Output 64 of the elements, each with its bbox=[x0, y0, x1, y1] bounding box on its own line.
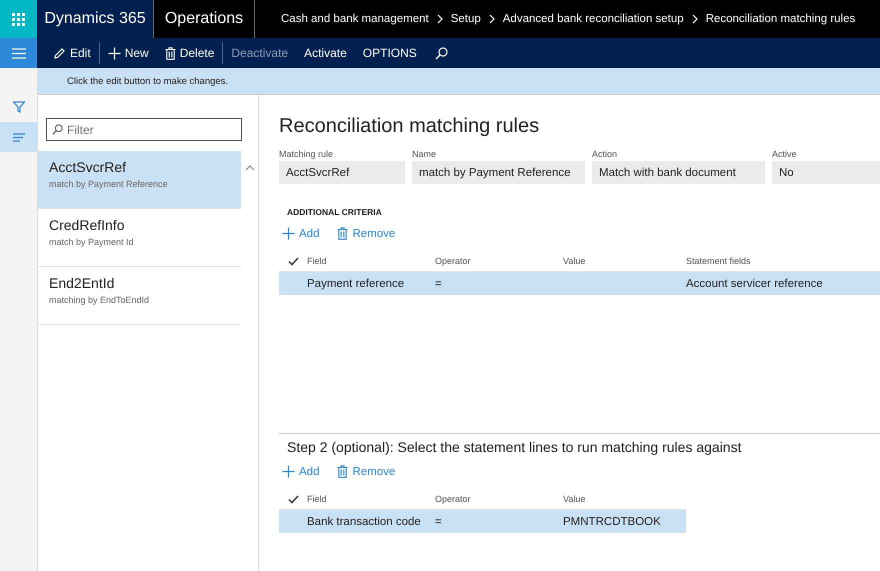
search-icon bbox=[52, 124, 63, 135]
toolbar-button[interactable]: Delete bbox=[156, 38, 222, 68]
grid-cell: Account servicer reference bbox=[686, 278, 823, 290]
checkmark-icon[interactable] bbox=[288, 494, 298, 504]
plus-icon bbox=[282, 465, 295, 478]
list-item[interactable]: CredRefInfo match by Payment Id bbox=[38, 209, 241, 267]
field-label: Action bbox=[592, 149, 618, 159]
list-icon bbox=[12, 132, 24, 142]
plus-icon bbox=[282, 227, 295, 240]
list-item[interactable]: End2EntId matching by EndToEndId bbox=[38, 267, 241, 325]
column-header[interactable]: Value bbox=[563, 494, 686, 504]
checkmark-icon[interactable] bbox=[288, 256, 298, 266]
column-header[interactable]: Statement fields bbox=[686, 256, 880, 266]
grid-cell: = bbox=[435, 278, 442, 290]
field-value[interactable]: Match with bank document bbox=[592, 161, 765, 184]
app-launcher-icon[interactable] bbox=[12, 12, 25, 26]
breadcrumb-link[interactable]: Advanced bank reconciliation setup bbox=[502, 13, 684, 25]
trash-icon bbox=[164, 46, 176, 60]
grid-cell: = bbox=[435, 516, 442, 528]
field-value[interactable]: match by Payment Reference bbox=[412, 161, 585, 184]
field-label: Matching rule bbox=[279, 149, 334, 159]
filter-icon bbox=[12, 101, 24, 113]
section-heading: ADDITIONAL CRITERIA bbox=[287, 207, 383, 217]
toolbar-button[interactable]: New bbox=[100, 38, 157, 68]
toolbar-button[interactable]: Activate bbox=[296, 38, 355, 68]
column-header[interactable]: Field bbox=[307, 256, 435, 266]
page-title: Reconciliation matching rules bbox=[279, 115, 540, 138]
grid-cell: Payment reference bbox=[307, 278, 404, 290]
module-name[interactable]: Operations bbox=[164, 10, 244, 28]
scroll-up-icon[interactable] bbox=[244, 165, 254, 171]
grid-row[interactable]: Payment reference = Account servicer reference bbox=[279, 272, 880, 295]
chevron-right-icon bbox=[692, 14, 698, 24]
message-text: Click the edit button to make changes. bbox=[67, 76, 228, 86]
field-value[interactable]: AcctSvcrRef bbox=[279, 161, 405, 184]
column-header[interactable]: Operator bbox=[435, 494, 563, 504]
breadcrumb-link[interactable]: Cash and bank management bbox=[281, 13, 429, 25]
add-button[interactable]: Add bbox=[279, 227, 322, 240]
list-view-button[interactable] bbox=[0, 122, 37, 152]
column-header[interactable]: Value bbox=[563, 256, 686, 266]
add-button[interactable]: Add bbox=[279, 465, 322, 478]
column-header[interactable]: Field bbox=[307, 494, 435, 504]
field-label: Active bbox=[772, 149, 798, 159]
menu-icon[interactable] bbox=[12, 48, 26, 58]
column-header[interactable]: Operator bbox=[435, 256, 563, 266]
grid-row[interactable]: Bank transaction code = PMNTRCDTBOOK bbox=[279, 510, 686, 533]
filter-field[interactable]: Filter bbox=[46, 118, 242, 141]
pencil-icon bbox=[53, 46, 66, 60]
remove-button[interactable]: Remove bbox=[334, 227, 398, 240]
remove-button[interactable]: Remove bbox=[334, 465, 398, 478]
grid-cell: PMNTRCDTBOOK bbox=[563, 516, 661, 528]
section-heading: Step 2 (optional): Select the statement lines to run matching rules against bbox=[287, 439, 742, 455]
chevron-right-icon bbox=[436, 14, 443, 24]
toolbar-button[interactable]: OPTIONS bbox=[354, 38, 425, 68]
chevron-right-icon bbox=[488, 14, 495, 24]
list-item[interactable]: AcctSvcrRef match by Payment Reference bbox=[38, 151, 241, 209]
field-label: Name bbox=[412, 149, 438, 159]
trash-icon bbox=[337, 227, 348, 240]
trash-icon bbox=[337, 465, 348, 478]
plus-icon bbox=[108, 46, 121, 60]
toolbar-button[interactable]: Edit bbox=[45, 38, 99, 68]
field-value[interactable]: No bbox=[772, 161, 880, 184]
breadcrumb-link[interactable]: Reconciliation matching rules bbox=[706, 13, 856, 25]
breadcrumb-link[interactable]: Setup bbox=[450, 13, 481, 25]
grid-cell: Bank transaction code bbox=[307, 516, 421, 528]
